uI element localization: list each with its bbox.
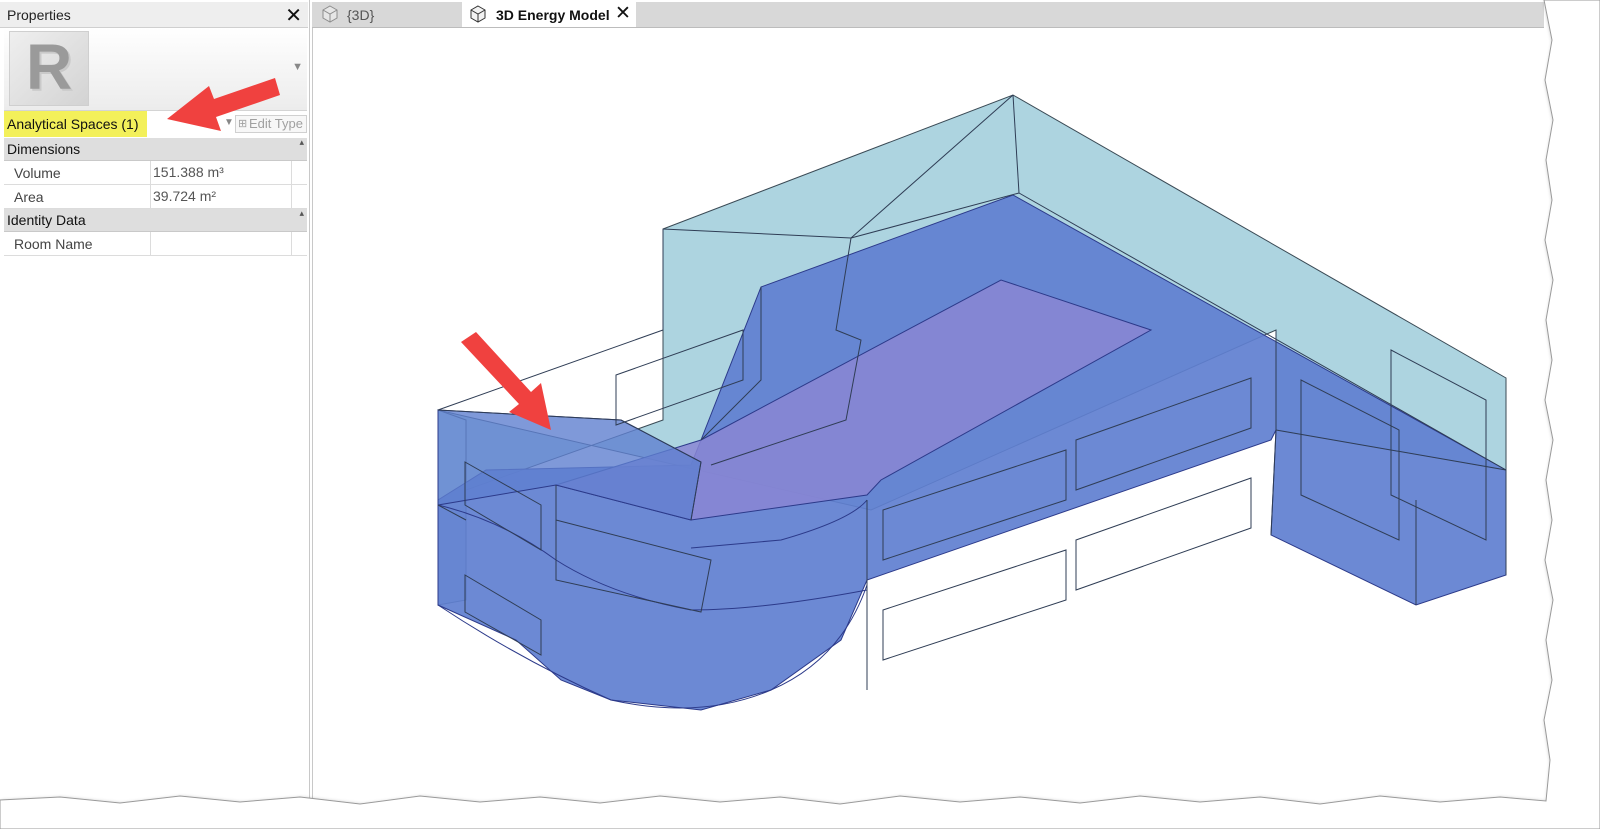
annotation-arrow-filter (167, 78, 280, 131)
